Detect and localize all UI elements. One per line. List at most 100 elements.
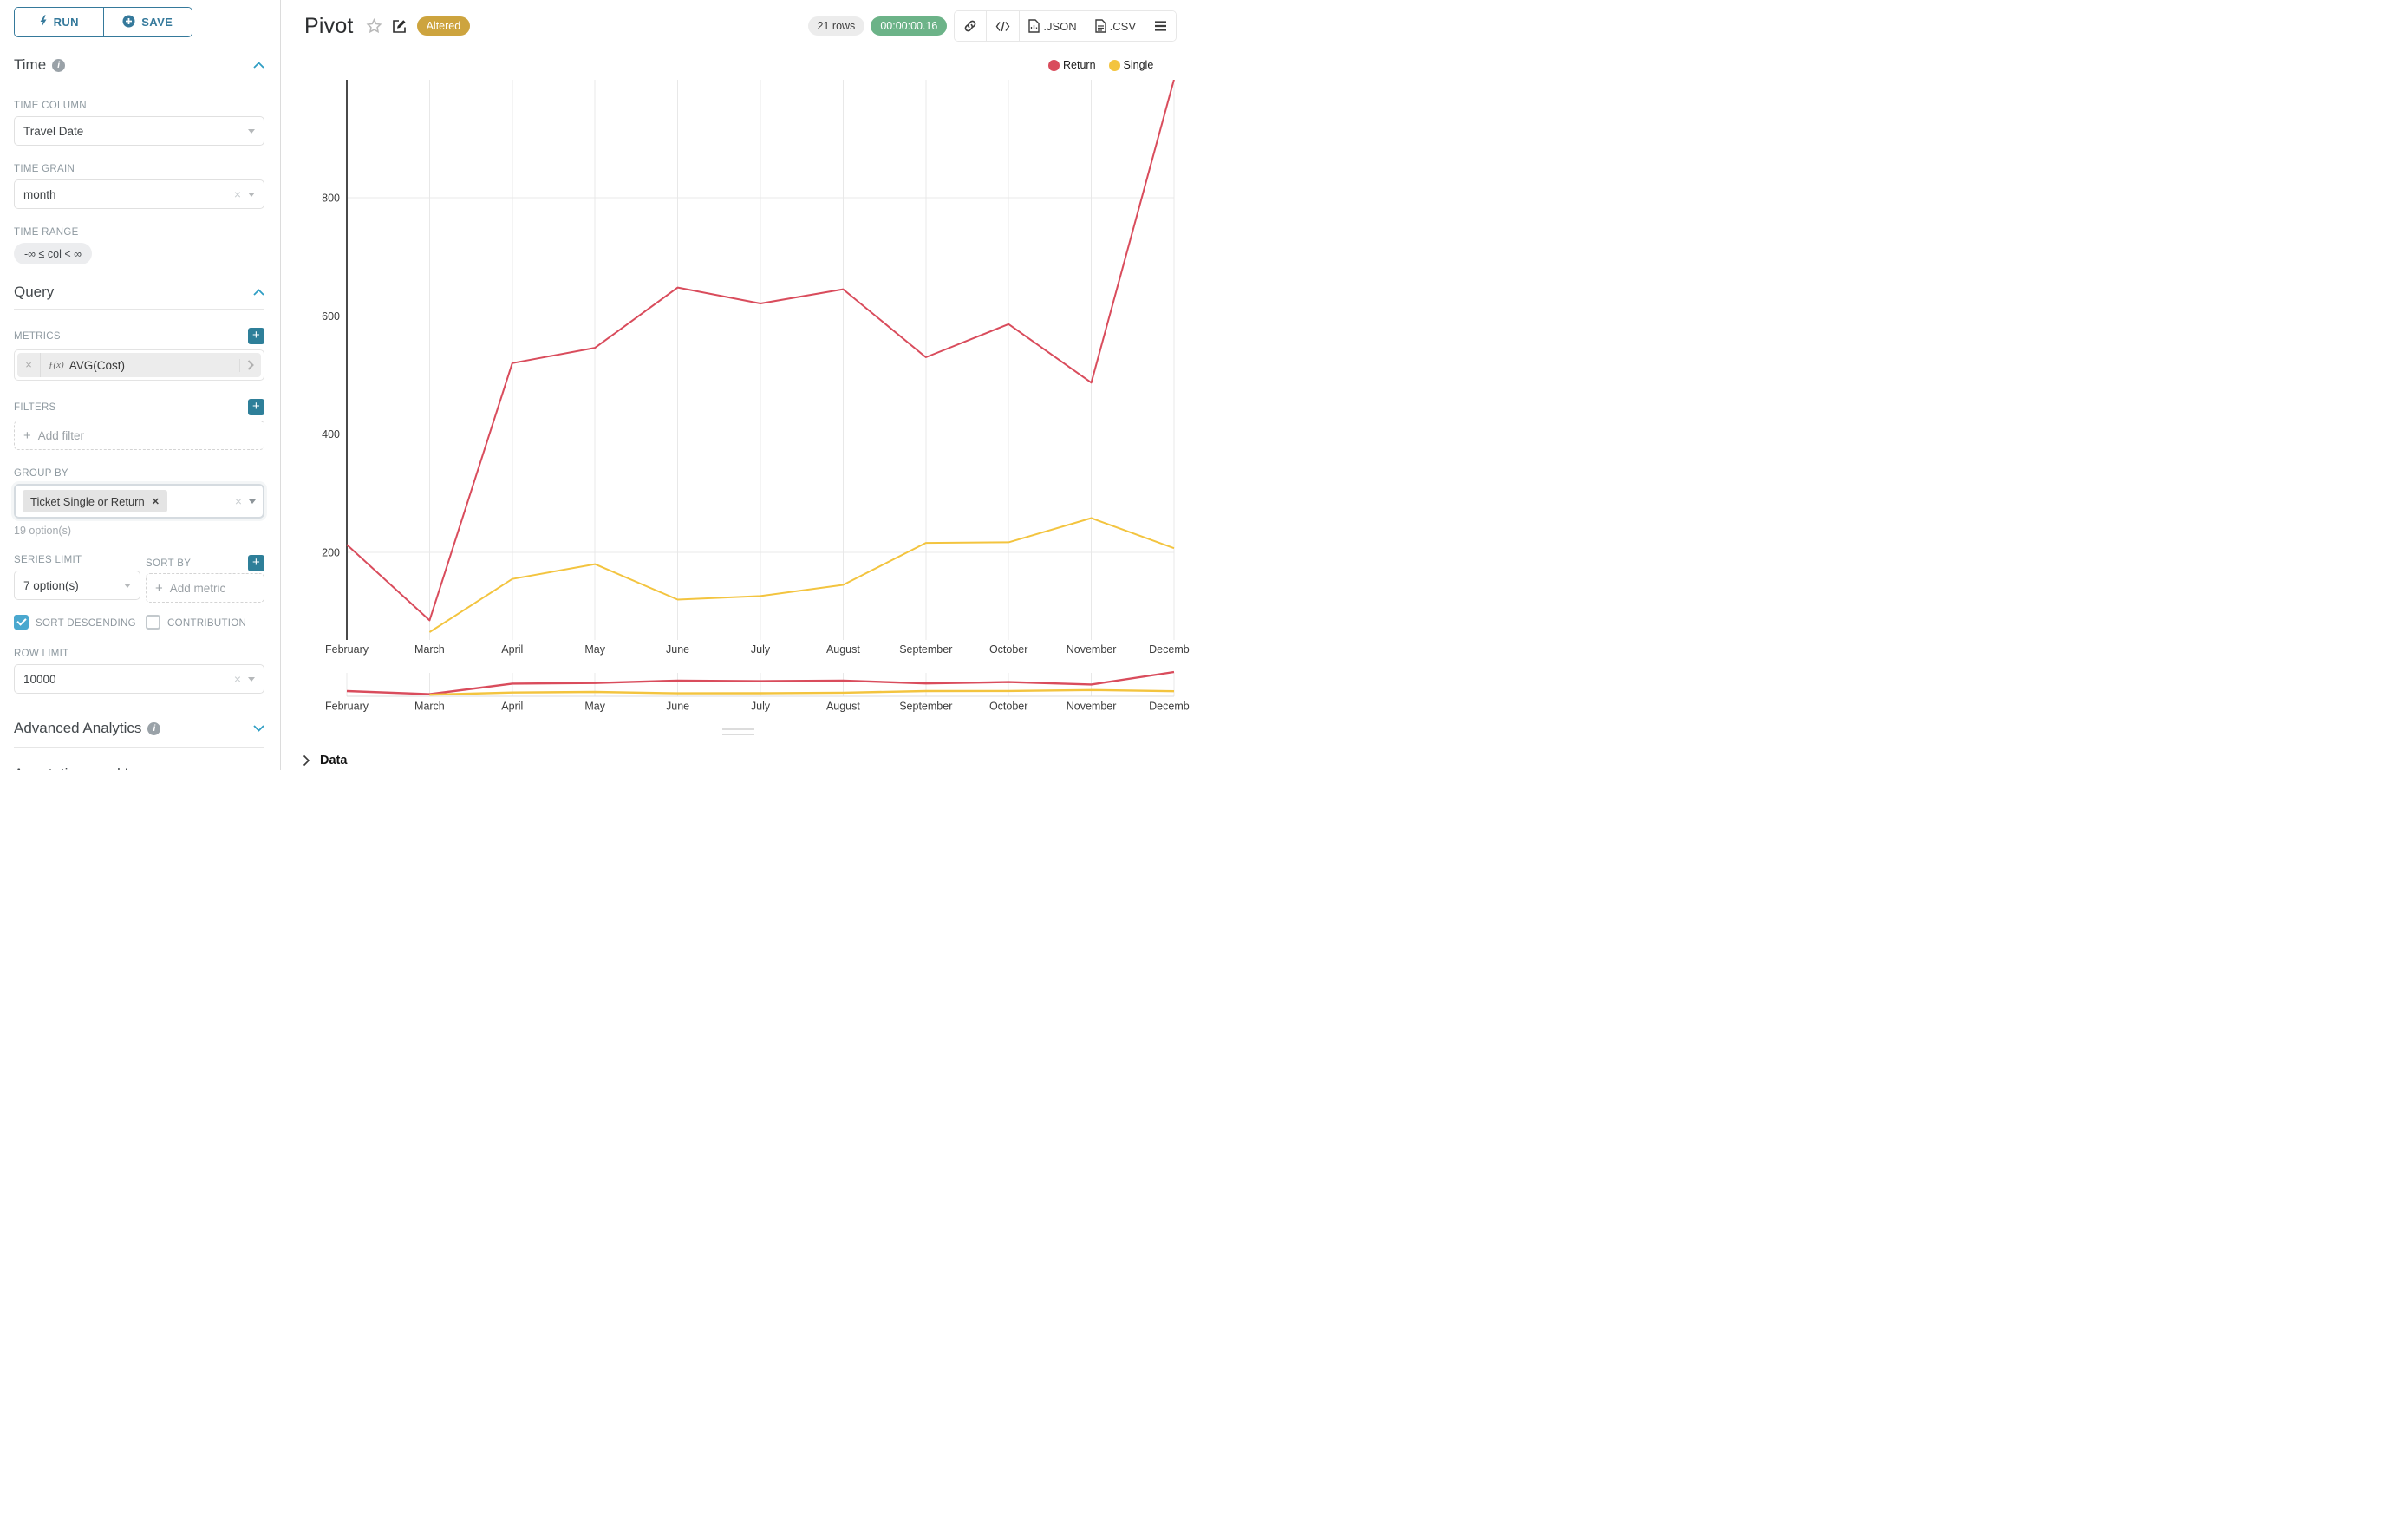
sort-descending-checkbox[interactable] — [14, 615, 29, 630]
sort-descending-option[interactable]: SORT DESCENDING — [14, 615, 140, 630]
x-axis-tick-label: October — [989, 701, 1027, 713]
time-grain-value: month — [23, 188, 56, 201]
x-gridlines — [347, 80, 1174, 696]
add-filter-button[interactable]: + — [248, 399, 264, 415]
x-axis-tick-label: June — [666, 643, 689, 656]
minimap-line-single — [429, 690, 1174, 695]
query-timer-badge: 00:00:00.16 — [871, 16, 947, 36]
x-axis-tick-label: December — [1149, 643, 1190, 656]
time-section-title: Time — [14, 56, 46, 74]
info-icon: i — [147, 722, 160, 735]
series-limit-select[interactable]: 7 option(s) — [14, 571, 140, 600]
metric-chip[interactable]: × ƒ(x) AVG(Cost) — [17, 353, 261, 377]
json-button-label: .JSON — [1043, 20, 1076, 33]
chart-header: Pivot Altered 21 rows 00:00:00.16 — [282, 0, 1190, 52]
clear-icon[interactable]: × — [234, 672, 241, 686]
chevron-up-icon[interactable] — [253, 57, 264, 73]
chevron-down-icon — [248, 677, 255, 682]
clear-icon[interactable]: × — [234, 187, 241, 201]
legend-item-single[interactable]: Single — [1109, 59, 1154, 71]
chevron-up-icon[interactable] — [253, 284, 264, 300]
legend-dot-icon — [1109, 60, 1120, 71]
run-button[interactable]: RUN — [15, 8, 103, 36]
add-filter-dropzone[interactable]: + Add filter — [14, 421, 264, 450]
row-count-badge: 21 rows — [808, 16, 865, 36]
series-limit-value: 7 option(s) — [23, 579, 79, 592]
chevron-right-icon[interactable] — [240, 360, 261, 370]
time-range-label: TIME RANGE — [14, 227, 264, 238]
contribution-checkbox[interactable] — [146, 615, 160, 630]
time-column-value: Travel Date — [23, 125, 83, 138]
x-axis-tick-label: September — [899, 643, 952, 656]
x-axis-tick-label: May — [584, 643, 605, 656]
time-grain-select[interactable]: month × — [14, 179, 264, 209]
x-axis-tick-label: July — [751, 643, 771, 656]
plus-icon: + — [23, 428, 31, 443]
legend-item-return[interactable]: Return — [1048, 59, 1096, 71]
export-json-button[interactable]: .JSON — [1019, 11, 1085, 41]
embed-code-button[interactable] — [986, 11, 1019, 41]
chevron-down-icon — [248, 192, 255, 197]
altered-badge[interactable]: Altered — [417, 16, 471, 36]
minimap-line-return — [347, 672, 1174, 695]
x-axis-tick-label: December — [1149, 701, 1190, 713]
x-axis-tick-label: September — [899, 701, 952, 713]
group-by-select[interactable]: Ticket Single or Return ✕ × — [14, 484, 264, 519]
row-limit-select[interactable]: 10000 × — [14, 664, 264, 694]
series-line-return — [347, 80, 1174, 621]
chart-toolbar: .JSON .CSV — [954, 10, 1177, 42]
x-axis-tick-label: July — [751, 701, 771, 713]
x-axis-tick-label: March — [414, 643, 445, 656]
chevron-up-icon[interactable] — [253, 767, 264, 770]
legend-dot-icon — [1048, 60, 1060, 71]
query-sidebar: RUN SAVE Time i TIME COLUMN Travel Date … — [0, 0, 281, 770]
edit-pencil-icon[interactable] — [392, 19, 407, 34]
add-metric-button[interactable]: + — [248, 328, 264, 344]
contribution-option[interactable]: CONTRIBUTION — [146, 615, 264, 630]
add-sort-metric-dropzone[interactable]: + Add metric — [146, 573, 264, 603]
data-panel-toggle[interactable]: Data — [303, 754, 347, 767]
series-limit-label: SERIES LIMIT — [14, 555, 140, 565]
favorite-star-icon[interactable] — [366, 18, 382, 34]
y-gridlines: 200400600800 — [322, 192, 1174, 558]
advanced-analytics-title: Advanced Analytics — [14, 720, 141, 737]
annotations-title: Annotations and Layers — [14, 766, 169, 770]
sort-by-label: SORT BY — [146, 558, 191, 569]
plus-icon: + — [155, 581, 163, 596]
info-icon: i — [52, 59, 65, 72]
x-axis-tick-label: April — [501, 643, 523, 656]
chevron-down-icon[interactable] — [253, 721, 264, 736]
file-text-icon — [1095, 19, 1106, 33]
metrics-label: METRICS — [14, 331, 61, 342]
add-sort-metric-button[interactable]: + — [248, 555, 264, 571]
metric-select: × ƒ(x) AVG(Cost) — [14, 349, 264, 381]
group-by-chip[interactable]: Ticket Single or Return ✕ — [23, 490, 167, 512]
sort-descending-label: SORT DESCENDING — [36, 618, 136, 629]
time-section-header: Time i — [14, 56, 264, 74]
y-axis-tick-label: 600 — [322, 310, 340, 323]
x-axis-tick-label: February — [325, 701, 369, 713]
panel-resize-handle[interactable] — [722, 728, 754, 739]
more-menu-button[interactable] — [1145, 11, 1176, 41]
time-column-select[interactable]: Travel Date — [14, 116, 264, 146]
remove-metric-icon[interactable]: × — [17, 353, 41, 377]
function-icon: ƒ(x) — [49, 360, 64, 370]
time-range-value[interactable]: -∞ ≤ col < ∞ — [14, 243, 92, 264]
query-section-title: Query — [14, 284, 54, 301]
plus-circle-icon — [122, 15, 135, 30]
csv-button-label: .CSV — [1110, 20, 1136, 33]
remove-chip-icon[interactable]: ✕ — [152, 496, 160, 507]
legend-label: Return — [1063, 59, 1096, 71]
metric-value: AVG(Cost) — [69, 359, 125, 372]
save-button[interactable]: SAVE — [103, 8, 192, 36]
y-axis-tick-label: 400 — [322, 428, 340, 440]
x-axis-tick-label: February — [325, 643, 369, 656]
x-axis-tick-label: August — [826, 643, 860, 656]
share-link-button[interactable] — [955, 11, 986, 41]
hamburger-menu-icon — [1154, 21, 1167, 31]
clear-icon[interactable]: × — [235, 494, 242, 508]
run-save-button-group: RUN SAVE — [14, 7, 192, 37]
export-csv-button[interactable]: .CSV — [1086, 11, 1145, 41]
contribution-label: CONTRIBUTION — [167, 618, 246, 629]
chevron-down-icon — [248, 129, 255, 134]
